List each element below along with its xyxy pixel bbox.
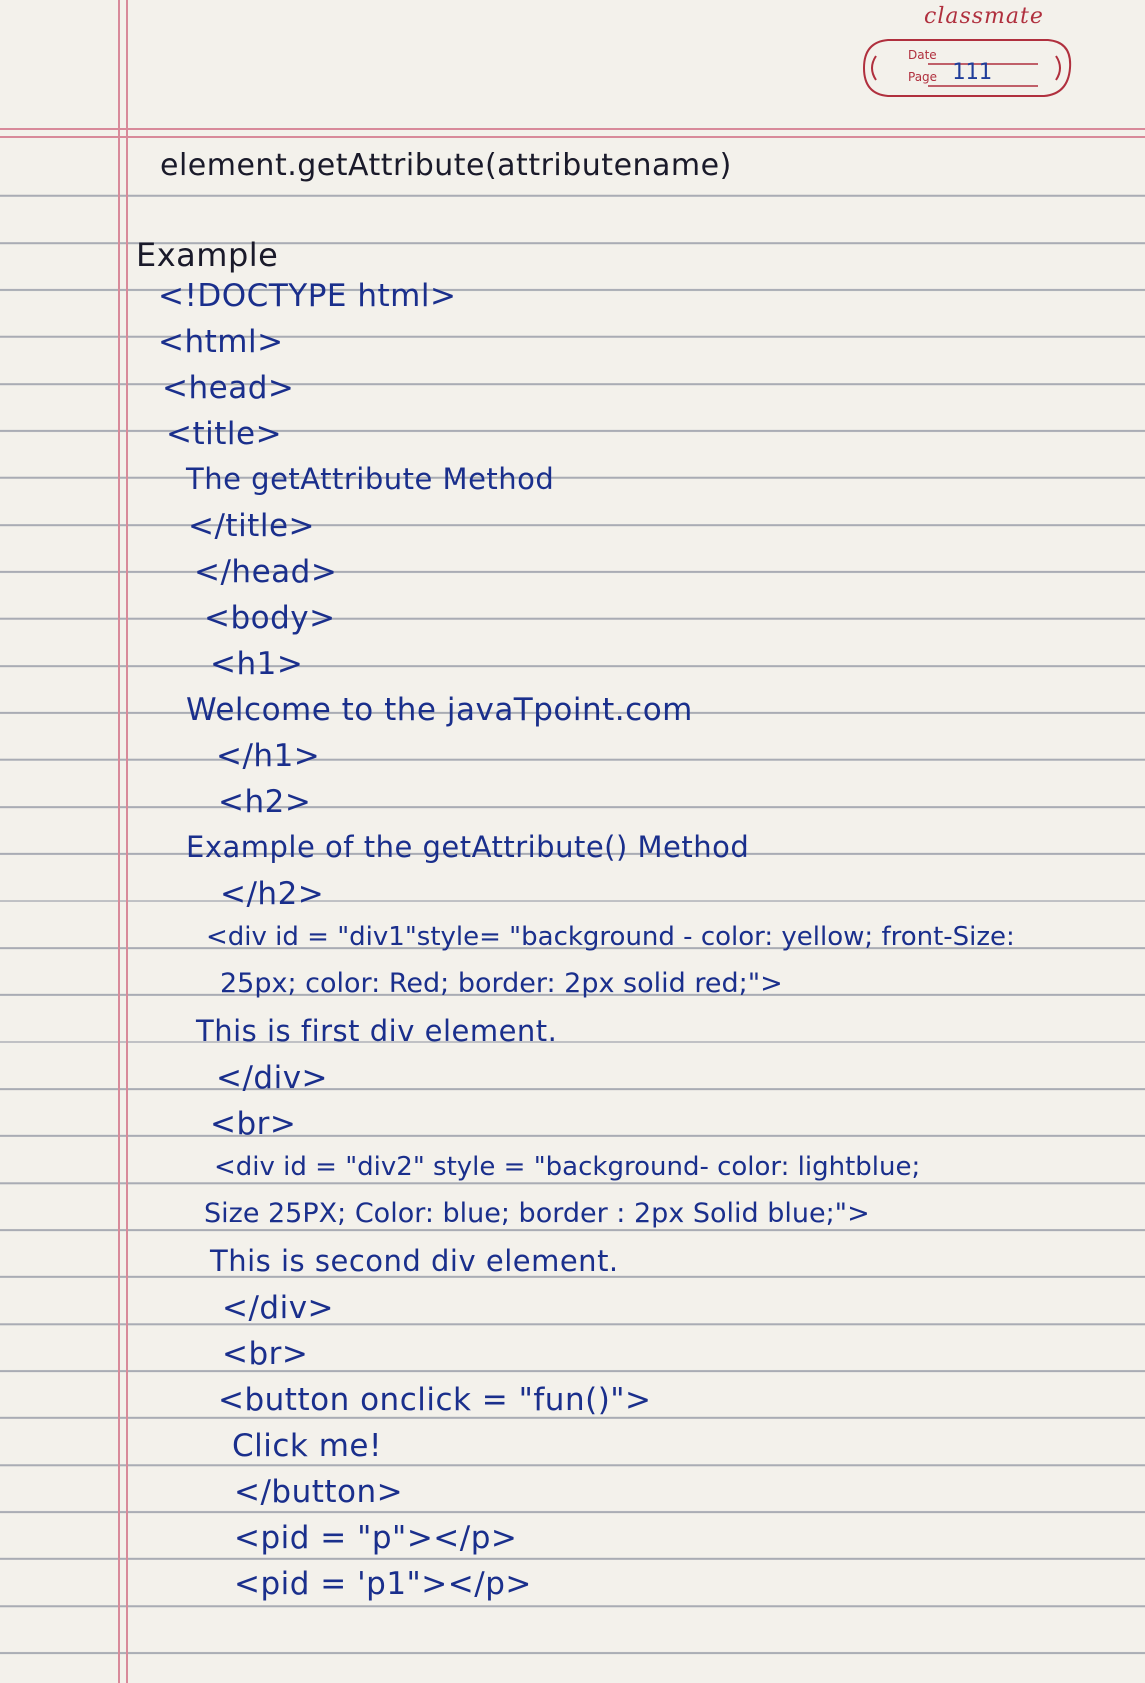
code-line: <body> [204, 600, 336, 636]
code-line: <pid = 'p1"></p> [234, 1566, 532, 1602]
code-line: <pid = "p"></p> [234, 1520, 518, 1556]
code-line: <h2> [218, 784, 312, 820]
code-line: <br> [210, 1106, 297, 1142]
code-line: Welcome to the javaTpoint.com [186, 692, 693, 728]
code-line: </button> [234, 1474, 404, 1510]
code-line: The getAttribute Method [186, 462, 555, 496]
code-line: This is first div element. [196, 1014, 558, 1048]
notebook-page: classmate Date Page 111 element.getAttri… [0, 0, 1145, 1683]
code-line: 25px; color: Red; border: 2px solid red;… [220, 968, 783, 999]
code-line: <div id = "div1"style= "background - col… [206, 922, 1015, 952]
header-rule-1 [0, 128, 1145, 130]
code-line: </head> [194, 554, 338, 590]
code-line: <title> [166, 416, 283, 452]
code-line: </div> [222, 1290, 335, 1326]
code-line: <button onclick = "fun()"> [218, 1382, 652, 1418]
brand-logo: classmate [924, 4, 1044, 29]
code-line: <!DOCTYPE html> [158, 278, 457, 314]
page-number: 111 [952, 60, 992, 85]
code-line: Size 25PX; Color: blue; border : 2px Sol… [204, 1198, 870, 1229]
code-line: </div> [216, 1060, 329, 1096]
example-heading: Example [136, 236, 279, 274]
code-line: This is second div element. [210, 1244, 619, 1278]
code-line: </h2> [220, 876, 325, 912]
code-line: </title> [188, 508, 316, 544]
code-line: Example of the getAttribute() Method [186, 830, 750, 864]
syntax-line: element.getAttribute(attributename) [160, 148, 732, 183]
code-line: <h1> [210, 646, 304, 682]
code-line: <br> [222, 1336, 309, 1372]
code-line: Click me! [232, 1428, 382, 1464]
page-label: Page [908, 70, 938, 84]
code-line: <head> [162, 370, 295, 406]
date-page-box: Date Page 111 [858, 34, 1074, 102]
code-line: <html> [158, 324, 284, 360]
date-label: Date [908, 48, 937, 62]
code-line: </h1> [216, 738, 321, 774]
margin-line-left [118, 0, 120, 1683]
margin-line-right [126, 0, 128, 1683]
code-line: <div id = "div2" style = "background- co… [214, 1152, 921, 1182]
header-rule-2 [0, 136, 1145, 138]
